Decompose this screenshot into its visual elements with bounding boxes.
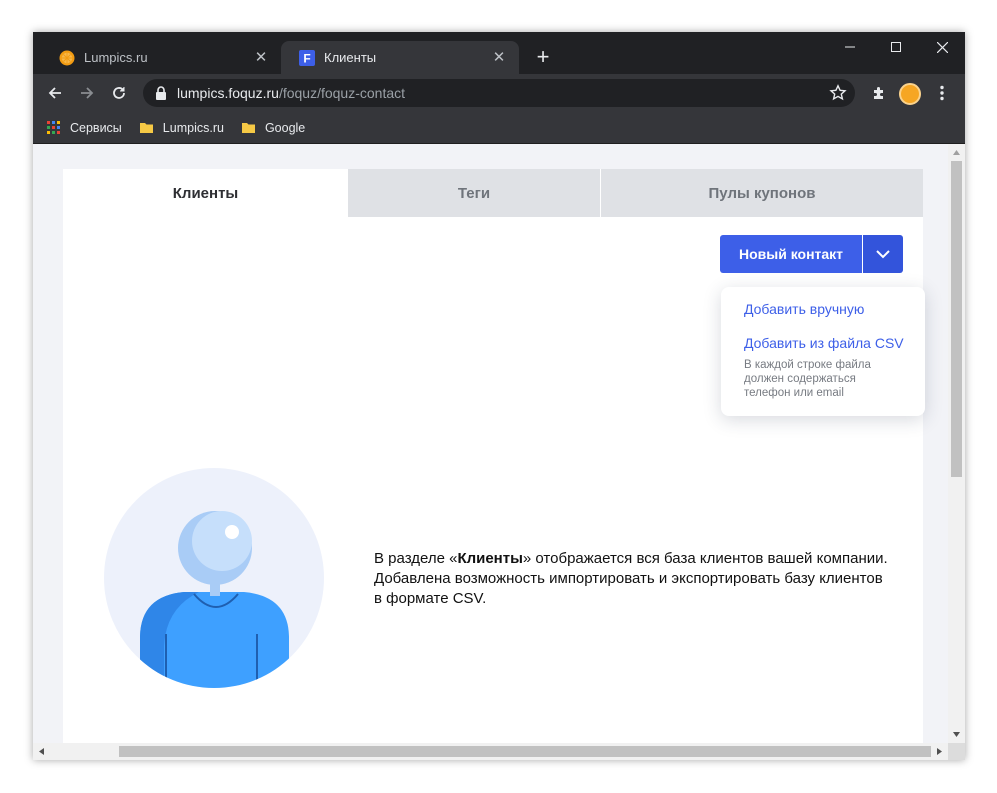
reload-button[interactable] [105, 79, 133, 107]
menu-item-add-csv[interactable]: Добавить из файла CSV [744, 335, 925, 351]
new-contact-dropdown-toggle[interactable] [863, 235, 903, 273]
browser-tab-label: Клиенты [324, 50, 377, 65]
scroll-down-arrow[interactable] [948, 726, 965, 743]
arrow-right-icon [81, 87, 94, 99]
arrow-left-icon [48, 87, 61, 99]
scrollbar-corner [948, 743, 965, 760]
browser-window: Lumpics.ru ✕ F Клиенты ✕ + lumpics.foquz… [33, 32, 965, 760]
new-tab-button[interactable]: + [531, 46, 555, 70]
scroll-right-arrow[interactable] [931, 743, 948, 760]
horizontal-scroll-thumb[interactable] [119, 746, 931, 757]
folder-icon [241, 123, 255, 133]
description-before: В разделе « [374, 550, 458, 567]
triangle-left-icon [39, 748, 44, 755]
triangle-right-icon [937, 748, 942, 755]
browser-tab-lumpics[interactable]: Lumpics.ru ✕ [41, 41, 281, 74]
browser-toolbar: lumpics.foquz.ru/foquz/foquz-contact [33, 74, 965, 112]
url-host: lumpics.foquz.ru [177, 85, 279, 101]
tab-strip: Lumpics.ru ✕ F Клиенты ✕ + [33, 32, 965, 74]
close-icon [936, 41, 948, 53]
bookmark-label: Lumpics.ru [162, 120, 224, 135]
maximize-icon [891, 42, 901, 52]
bookmark-services[interactable]: Сервисы [47, 121, 122, 135]
browser-tab-clients[interactable]: F Клиенты ✕ [281, 41, 519, 74]
tab-tags[interactable]: Теги [348, 169, 600, 217]
scroll-up-arrow[interactable] [948, 144, 965, 161]
apps-grid-icon [47, 121, 60, 134]
scroll-left-arrow[interactable] [33, 743, 50, 760]
tab-coupon-pools[interactable]: Пулы купонов [601, 169, 923, 217]
menu-item-add-manual[interactable]: Добавить вручную [744, 301, 925, 317]
orange-icon [59, 50, 75, 65]
close-tab-icon[interactable]: ✕ [491, 49, 507, 66]
bookmark-label: Google [264, 120, 306, 135]
bookmark-google[interactable]: Google [241, 120, 306, 135]
csv-hint-text: В каждой строке файла должен содержаться… [744, 359, 871, 399]
minimize-icon [845, 46, 855, 48]
lock-icon [156, 86, 166, 100]
new-contact-menu: Добавить вручную Добавить из файла CSV В… [721, 287, 925, 416]
clients-description: В разделе «Клиенты» отображается вся баз… [374, 549, 894, 609]
new-contact-button[interactable]: Новый контакт [720, 235, 862, 273]
close-tab-icon[interactable]: ✕ [253, 49, 269, 66]
client-illustration [104, 468, 324, 688]
favicon-letter: F [303, 51, 310, 65]
kebab-menu-icon [940, 85, 944, 101]
bookmarks-bar: Сервисы Lumpics.ru Google [33, 112, 965, 144]
description-bold: Клиенты [457, 550, 523, 567]
vertical-scrollbar[interactable] [948, 144, 965, 760]
close-window-button[interactable] [919, 32, 965, 62]
profile-avatar[interactable] [899, 83, 921, 105]
tab-clients[interactable]: Клиенты [63, 169, 348, 217]
reload-icon [113, 87, 125, 99]
star-icon[interactable] [829, 84, 847, 102]
back-button[interactable] [41, 79, 69, 107]
bookmark-lumpics[interactable]: Lumpics.ru [139, 120, 224, 135]
url-path: /foquz/foquz-contact [278, 85, 406, 101]
maximize-button[interactable] [873, 32, 919, 62]
chevron-down-icon [876, 249, 890, 258]
extensions-button[interactable] [865, 79, 893, 107]
browser-tab-label: Lumpics.ru [84, 50, 148, 65]
bookmark-label: Сервисы [70, 120, 122, 135]
browser-menu-button[interactable] [928, 79, 956, 107]
puzzle-icon [874, 87, 883, 99]
page-viewport: Клиенты Теги Пулы купонов Новый контакт … [33, 144, 965, 760]
forward-button[interactable] [73, 79, 101, 107]
folder-icon [139, 123, 153, 133]
clients-card: Клиенты Теги Пулы купонов Новый контакт … [63, 169, 925, 760]
minimize-button[interactable] [827, 32, 873, 62]
triangle-down-icon [953, 732, 960, 737]
vertical-scroll-thumb[interactable] [951, 161, 962, 477]
address-bar[interactable]: lumpics.foquz.ru/foquz/foquz-contact [143, 79, 855, 107]
triangle-up-icon [953, 150, 960, 155]
horizontal-scrollbar[interactable] [33, 743, 948, 760]
foquz-f-icon: F [299, 49, 315, 66]
